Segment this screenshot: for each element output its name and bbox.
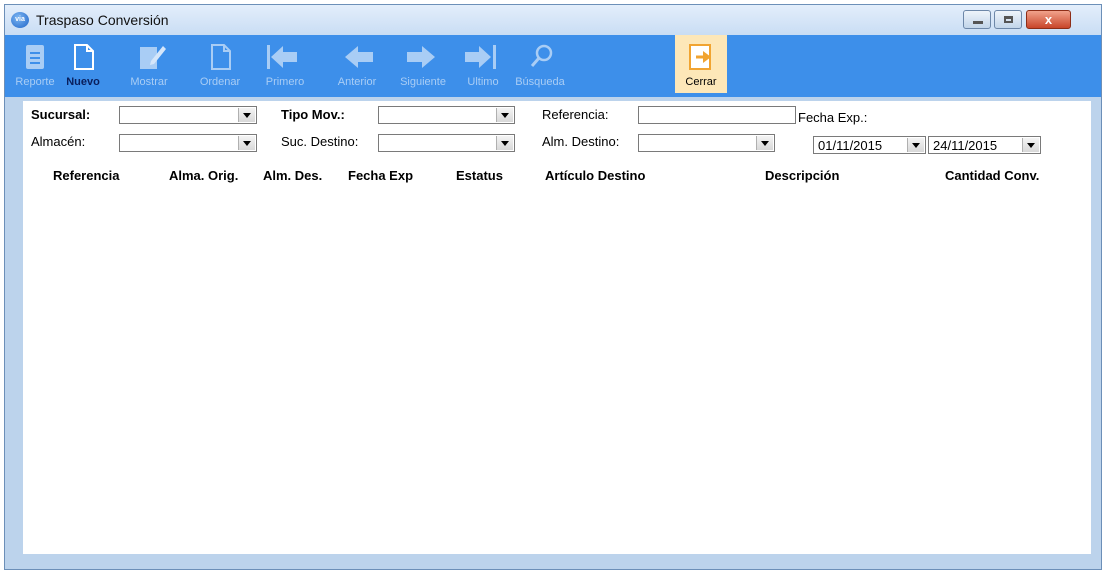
chevron-down-icon[interactable] — [756, 136, 773, 150]
minimize-icon — [973, 21, 983, 24]
chevron-down-icon[interactable] — [496, 136, 513, 150]
column-header[interactable]: Fecha Exp — [348, 168, 413, 183]
window-title: Traspaso Conversión — [36, 12, 169, 28]
main-panel: Sucursal: Tipo Mov.: Referencia: Fecha E… — [23, 101, 1091, 554]
column-header[interactable]: Estatus — [456, 168, 503, 183]
column-header[interactable]: Artículo Destino — [545, 168, 645, 183]
maximize-icon — [1004, 16, 1013, 23]
ultimo-label: Ultimo — [467, 76, 499, 88]
sucursal-select[interactable] — [119, 106, 257, 124]
maximize-button[interactable] — [994, 10, 1022, 29]
fecha-hasta-picker[interactable]: 24/11/2015 — [928, 136, 1041, 154]
app-logo-icon: via — [11, 12, 29, 28]
cerrar-button[interactable]: Cerrar — [675, 35, 727, 93]
fecha-exp-label: Fecha Exp.: — [798, 110, 868, 125]
suc-destino-label: Suc. Destino: — [281, 134, 359, 149]
ordenar-label: Ordenar — [199, 76, 241, 88]
mostrar-label: Mostrar — [130, 76, 168, 88]
mostrar-button[interactable]: Mostrar — [119, 35, 179, 93]
close-icon: x — [1044, 12, 1053, 27]
app-window: via Traspaso Conversión x Reporte Nuevo … — [4, 4, 1102, 570]
suc-destino-select[interactable] — [378, 134, 515, 152]
referencia-label: Referencia: — [542, 107, 609, 122]
busqueda-label: Búsqueda — [515, 76, 565, 88]
anterior-button[interactable]: Anterior — [327, 35, 387, 93]
minimize-button[interactable] — [963, 10, 991, 29]
referencia-input[interactable] — [638, 106, 796, 124]
nuevo-button[interactable]: Nuevo — [53, 35, 113, 93]
column-header[interactable]: Cantidad Conv. — [945, 168, 1039, 183]
last-icon — [453, 43, 513, 71]
previous-icon — [327, 43, 387, 71]
sucursal-label: Sucursal: — [31, 107, 91, 122]
primero-button[interactable]: Primero — [255, 35, 315, 93]
chevron-down-icon[interactable] — [238, 108, 255, 122]
column-header[interactable]: Referencia — [53, 168, 119, 183]
next-icon — [393, 43, 453, 71]
calendar-dropdown-icon[interactable] — [907, 138, 924, 152]
chevron-down-icon[interactable] — [496, 108, 513, 122]
data-grid[interactable] — [23, 189, 1091, 554]
fecha-hasta-value: 24/11/2015 — [933, 138, 998, 153]
alm-destino-label: Alm. Destino: — [542, 134, 620, 149]
fecha-desde-picker[interactable]: 01/11/2015 — [813, 136, 926, 154]
primero-label: Primero — [265, 76, 305, 88]
column-header[interactable]: Alma. Orig. — [169, 168, 238, 183]
ordenar-button[interactable]: Ordenar — [190, 35, 250, 93]
chevron-down-icon[interactable] — [238, 136, 255, 150]
almacen-select[interactable] — [119, 134, 257, 152]
ultimo-button[interactable]: Ultimo — [453, 35, 513, 93]
anterior-label: Anterior — [337, 76, 377, 88]
title-bar[interactable]: via Traspaso Conversión x — [5, 5, 1101, 35]
cerrar-label: Cerrar — [685, 76, 717, 88]
edit-icon — [119, 43, 179, 71]
calendar-dropdown-icon[interactable] — [1022, 138, 1039, 152]
first-icon — [255, 43, 315, 71]
column-header[interactable]: Alm. Des. — [263, 168, 322, 183]
siguiente-button[interactable]: Siguiente — [393, 35, 453, 93]
tipo-mov-label: Tipo Mov.: — [281, 107, 345, 122]
siguiente-label: Siguiente — [400, 76, 446, 88]
toolbar: Reporte Nuevo Mostrar Ordenar Primero An… — [5, 35, 1101, 97]
exit-icon — [675, 43, 727, 71]
busqueda-button[interactable]: Búsqueda — [510, 35, 570, 93]
alm-destino-select[interactable] — [638, 134, 775, 152]
almacen-label: Almacén: — [31, 134, 86, 149]
column-header[interactable]: Descripción — [765, 168, 839, 183]
grid-header: Referencia Alma. Orig. Alm. Des. Fecha E… — [23, 166, 1091, 188]
fecha-desde-value: 01/11/2015 — [818, 138, 883, 153]
close-window-button[interactable]: x — [1026, 10, 1071, 29]
nuevo-label: Nuevo — [66, 76, 100, 88]
search-icon — [510, 43, 570, 71]
document-icon — [190, 43, 250, 71]
tipo-mov-select[interactable] — [378, 106, 515, 124]
new-document-icon — [53, 43, 113, 71]
